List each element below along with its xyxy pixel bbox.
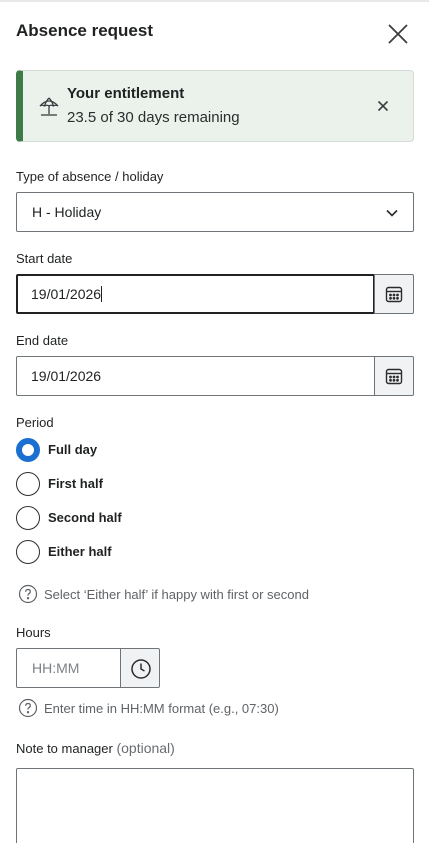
chevron-down-icon (385, 206, 399, 225)
radio-button-selected[interactable] (16, 438, 40, 462)
period-hint-text: Select ‘Either half’ if happy with first… (44, 587, 309, 602)
start-date-input[interactable]: 19/01/2026 (16, 274, 375, 314)
start-date-group: 19/01/2026 (16, 274, 414, 314)
text-cursor (101, 286, 103, 302)
top-divider (0, 0, 429, 2)
period-radio-full-day[interactable]: Full day (16, 437, 216, 463)
hours-group (16, 648, 160, 688)
note-label-text: Note to manager (16, 741, 113, 756)
radio-button[interactable] (16, 472, 40, 496)
note-textarea[interactable] (17, 769, 413, 843)
absence-type-value: H - Holiday (32, 204, 102, 220)
start-date-label: Start date (16, 251, 73, 266)
time-picker-button[interactable] (120, 648, 160, 688)
hours-hint-text: Enter time in HH:MM format (e.g., 07:30) (44, 701, 279, 716)
help-icon (18, 584, 38, 604)
entitlement-title: Your entitlement (67, 85, 185, 102)
radio-label: Second half (48, 510, 122, 525)
calendar-icon (385, 286, 403, 303)
start-date-calendar-button[interactable] (374, 274, 414, 314)
beach-umbrella-icon (37, 95, 61, 119)
radio-button[interactable] (16, 540, 40, 564)
radio-label: First half (48, 476, 103, 491)
entitlement-banner: Your entitlement 23.5 of 30 days remaini… (16, 70, 414, 142)
close-icon (388, 24, 408, 44)
start-date-value: 19/01/2026 (31, 286, 102, 302)
close-dialog-button[interactable] (384, 20, 412, 48)
absence-type-select[interactable]: H - Holiday (16, 192, 414, 232)
absence-type-label: Type of absence / holiday (16, 169, 164, 184)
close-icon (377, 100, 389, 112)
optional-tag: (optional) (116, 740, 175, 756)
note-field (16, 768, 414, 843)
radio-label: Either half (48, 544, 112, 559)
help-icon (18, 698, 38, 718)
dialog-title: Absence request (16, 21, 153, 40)
period-radio-either-half[interactable]: Either half (16, 539, 216, 565)
hours-field (16, 648, 121, 688)
clock-icon (131, 659, 151, 679)
entitlement-remaining: 23.5 of 30 days remaining (67, 109, 240, 126)
hours-label: Hours (16, 625, 51, 640)
radio-label: Full day (48, 442, 98, 457)
end-date-calendar-button[interactable] (374, 356, 414, 396)
end-date-label: End date (16, 333, 69, 348)
end-date-group: 19/01/2026 (16, 356, 414, 396)
period-radio-second-half[interactable]: Second half (16, 505, 216, 531)
end-date-value: 19/01/2026 (31, 368, 102, 384)
dismiss-banner-button[interactable] (371, 94, 395, 118)
calendar-icon (385, 368, 403, 385)
period-label: Period (16, 415, 54, 430)
hours-input[interactable] (18, 650, 118, 686)
note-label: Note to manager (optional) (16, 740, 175, 756)
period-radio-first-half[interactable]: First half (16, 471, 216, 497)
radio-button[interactable] (16, 506, 40, 530)
end-date-input[interactable]: 19/01/2026 (16, 356, 375, 396)
